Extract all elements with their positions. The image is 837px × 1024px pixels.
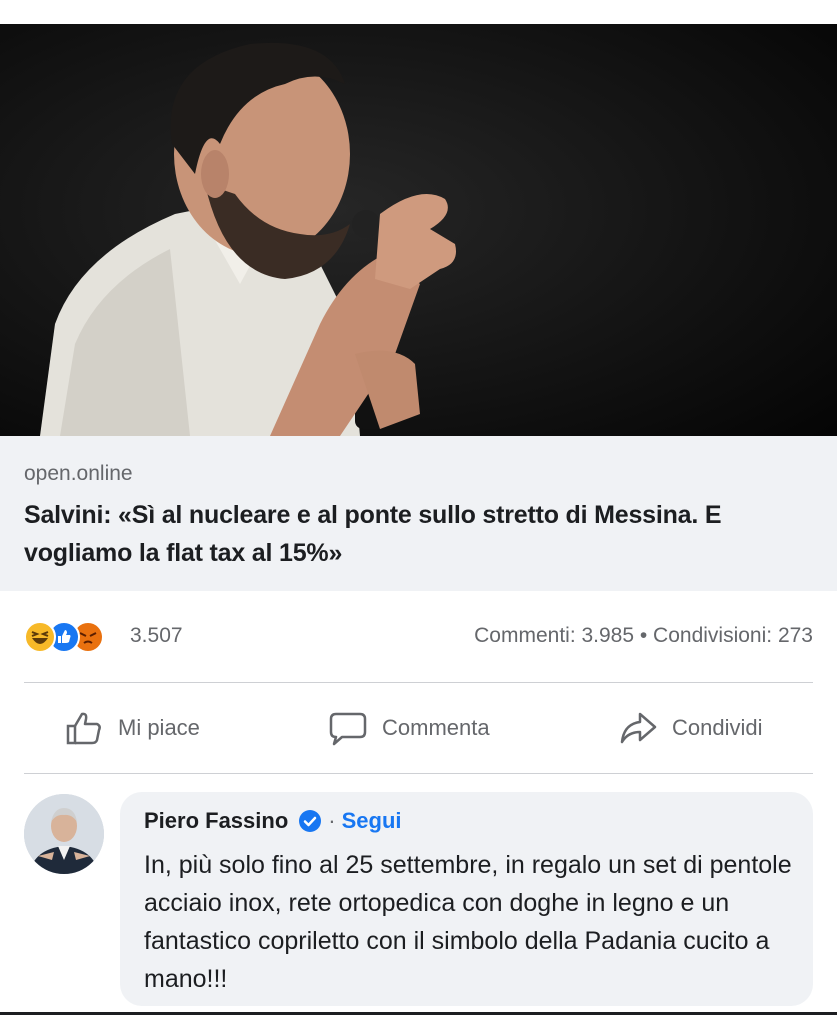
link-domain: open.online	[24, 462, 133, 485]
comment-author[interactable]: Piero Fassino	[144, 808, 288, 834]
follow-button[interactable]: Segui	[342, 808, 402, 834]
comment-bubble: Piero Fassino · Segui In, più solo fino …	[120, 792, 813, 1006]
action-bar: Mi piace Commenta Condividi	[0, 695, 837, 761]
divider	[24, 682, 813, 683]
profile-picture	[24, 794, 104, 874]
link-preview[interactable]: open.online Salvini: «Sì al nucleare e a…	[0, 436, 837, 591]
comment-bubble-icon	[329, 712, 367, 746]
haha-reaction-icon	[24, 621, 56, 653]
speaker-photo-illustration	[0, 24, 837, 436]
separator-dot: ·	[328, 808, 336, 833]
comment-button[interactable]: Commenta	[328, 695, 490, 761]
verified-badge-icon	[299, 810, 322, 832]
link-headline[interactable]: Salvini: «Sì al nucleare e al ponte sull…	[24, 496, 819, 572]
share-button[interactable]: Condividi	[618, 695, 763, 761]
avatar[interactable]	[24, 794, 104, 874]
thumbs-up-icon	[66, 712, 101, 745]
top-margin	[0, 0, 837, 24]
comments-shares-count[interactable]: Commenti: 3.985 • Condivisioni: 273	[474, 624, 813, 648]
like-label: Mi piace	[118, 715, 200, 740]
divider	[24, 773, 813, 774]
comment-header: Piero Fassino · Segui	[144, 808, 402, 834]
article-photo[interactable]	[0, 24, 837, 436]
reaction-count[interactable]: 3.507	[130, 624, 183, 648]
comment-label: Commenta	[382, 715, 490, 740]
share-label: Condividi	[672, 715, 763, 740]
comment-text: In, più solo fino al 25 settembre, in re…	[144, 851, 792, 993]
comment: Piero Fassino · Segui In, più solo fino …	[0, 780, 837, 1010]
post-stats: 3.507 Commenti: 3.985 • Condivisioni: 27…	[0, 605, 837, 665]
reaction-icons[interactable]	[24, 621, 124, 653]
share-arrow-icon	[620, 712, 657, 744]
bottom-border	[0, 1012, 837, 1015]
like-button[interactable]: Mi piace	[64, 695, 200, 761]
